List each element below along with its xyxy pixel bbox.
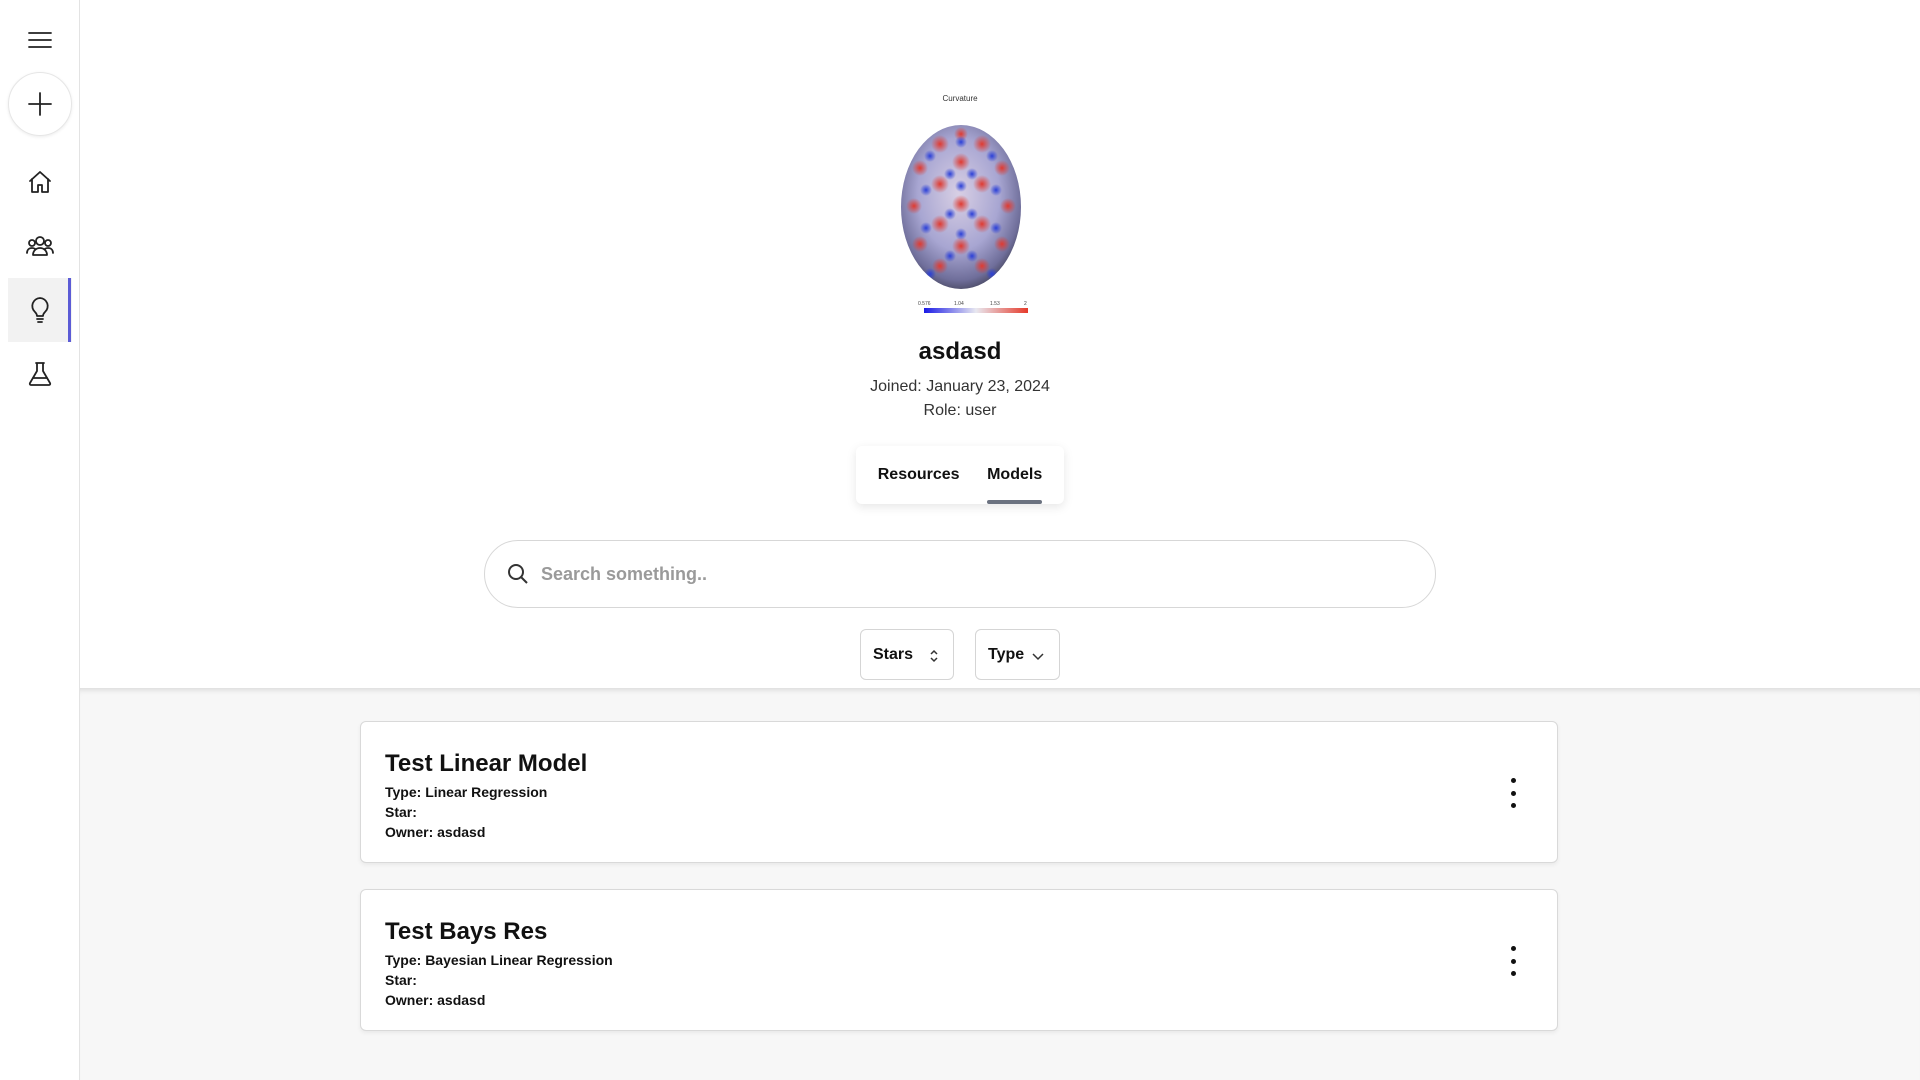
sidebar-item-models[interactable]: [8, 278, 72, 342]
type-filter-label: Type: [988, 645, 1025, 663]
plus-icon: [28, 92, 52, 116]
tab-models[interactable]: Models: [987, 446, 1043, 504]
profile-role: Role: user: [923, 402, 997, 419]
sort-updown-icon: [929, 630, 939, 681]
model-title: Test Linear Model: [385, 750, 588, 777]
model-star: Star:: [385, 804, 417, 820]
sidebar-item-home[interactable]: [0, 150, 80, 214]
sidebar: [0, 0, 80, 1080]
profile-tabs: Resources Models: [856, 446, 1064, 504]
kebab-dot-icon: [1510, 946, 1516, 951]
model-type: Type: Linear Regression: [385, 784, 548, 800]
stars-sort-label: Stars: [873, 645, 914, 663]
profile-avatar-image: [901, 125, 1021, 289]
active-indicator: [68, 278, 71, 342]
profile-header: Curvature 0.576 1.04 1.53 2 asdasd Joine…: [80, 0, 1920, 688]
lightbulb-icon: [31, 297, 49, 323]
kebab-dot-icon: [1510, 958, 1516, 964]
profile-joined-date: Joined: January 23, 2024: [870, 378, 1050, 395]
colorbar-tick-1: 1.04: [954, 301, 964, 307]
model-card[interactable]: Test Linear Model Type: Linear Regressio…: [360, 721, 1558, 863]
flask-icon: [28, 362, 52, 386]
sidebar-item-lab[interactable]: [0, 342, 80, 406]
colorbar: 0.576 1.04 1.53 2: [918, 301, 1028, 313]
tab-resources[interactable]: Resources: [878, 446, 960, 504]
more-options-button[interactable]: [1501, 778, 1525, 808]
model-type: Type: Bayesian Linear Regression: [385, 952, 613, 968]
kebab-dot-icon: [1510, 790, 1516, 796]
colorbar-tick-0: 0.576: [918, 301, 931, 307]
colorbar-tick-2: 1.53: [990, 301, 1000, 307]
menu-button[interactable]: [0, 8, 80, 72]
kebab-dot-icon: [1510, 803, 1516, 808]
people-icon: [26, 236, 54, 256]
model-owner: Owner: asdasd: [385, 992, 486, 1008]
kebab-dot-icon: [1510, 971, 1516, 976]
colorbar-tick-3: 2: [1024, 301, 1027, 307]
models-list: Test Linear Model Type: Linear Regressio…: [80, 688, 1920, 1080]
kebab-dot-icon: [1510, 778, 1516, 783]
home-icon: [29, 171, 51, 193]
avatar-caption: Curvature: [942, 94, 978, 103]
chevron-down-icon: [1031, 630, 1045, 681]
stars-sort-dropdown[interactable]: Stars: [860, 629, 954, 680]
search-bar: [484, 540, 1436, 608]
model-owner: Owner: asdasd: [385, 824, 486, 840]
sidebar-item-community[interactable]: [0, 214, 80, 278]
profile-username: asdasd: [918, 338, 1002, 365]
search-icon: [508, 564, 528, 584]
menu-icon: [28, 32, 52, 48]
search-input[interactable]: [541, 563, 1401, 585]
create-button[interactable]: [8, 72, 72, 136]
type-filter-dropdown[interactable]: Type: [975, 629, 1060, 680]
more-options-button[interactable]: [1501, 946, 1525, 976]
model-card[interactable]: Test Bays Res Type: Bayesian Linear Regr…: [360, 889, 1558, 1031]
model-star: Star:: [385, 972, 417, 988]
model-title: Test Bays Res: [385, 918, 548, 945]
